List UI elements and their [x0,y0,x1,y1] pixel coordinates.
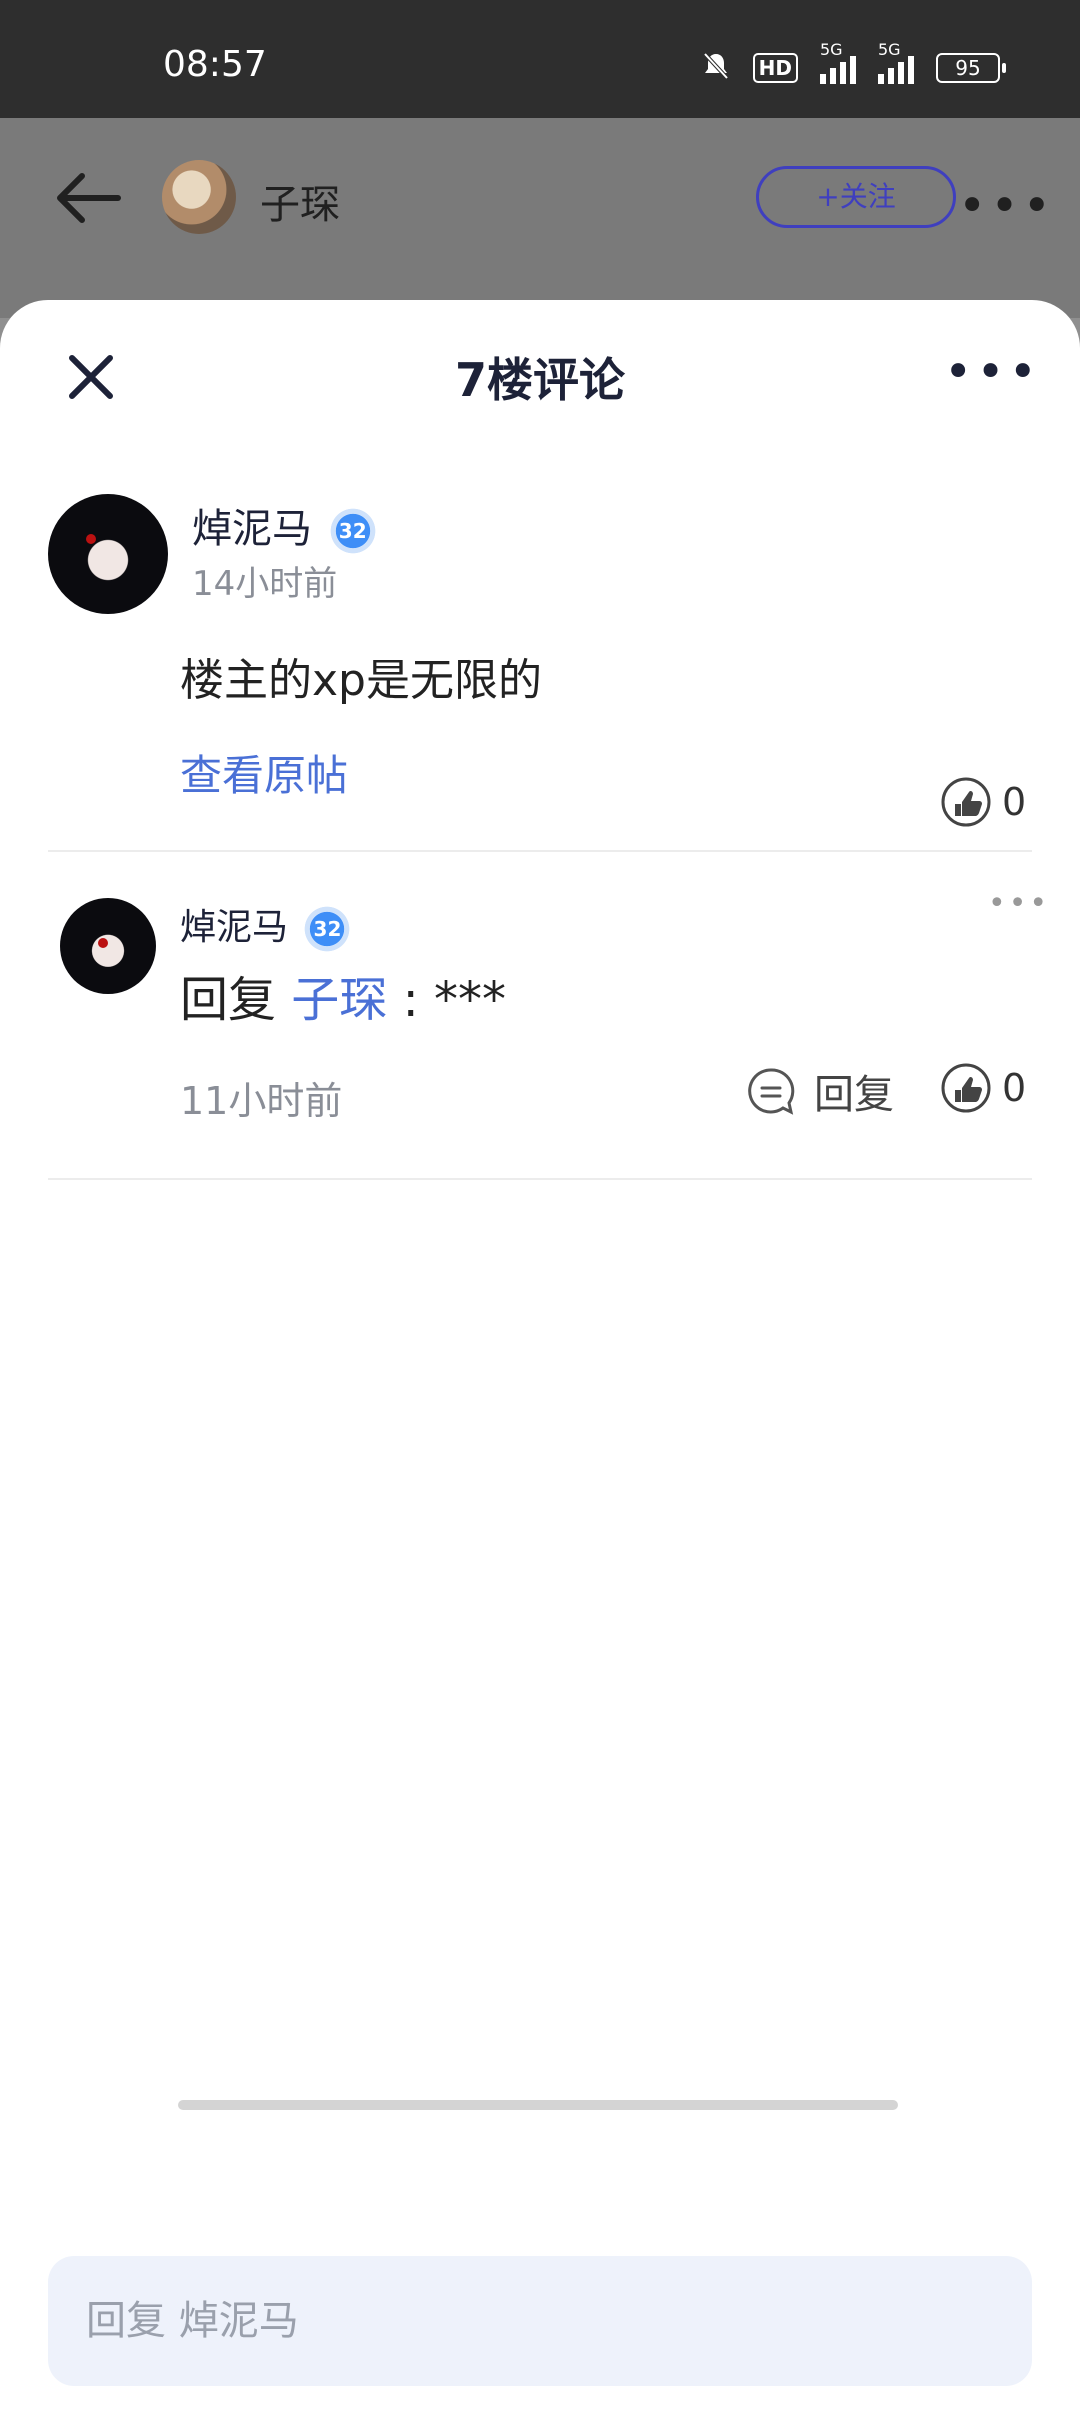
mute-bell-icon [701,50,731,86]
reply-time: 11小时前 [180,1079,343,1123]
thumb-up-icon [941,1063,991,1113]
sheet-title: 7楼评论 [454,353,625,407]
avatar[interactable] [60,898,156,994]
reply-button[interactable]: 回复 [746,1062,894,1120]
like-count: 0 [1002,1066,1027,1110]
level-badge: 32 [324,507,381,555]
nav-user-name[interactable]: 子琛 [260,172,340,230]
divider [48,850,1032,852]
main-comment-text: 楼主的xp是无限的 [180,655,542,706]
avatar[interactable] [48,494,168,614]
signal-icon: 5G [878,40,914,84]
home-indicator[interactable] [178,2100,898,2110]
reply-like-button[interactable]: 0 [940,1062,1026,1114]
battery-icon: 95 [936,53,1006,83]
reply-label: 回复 [814,1072,894,1118]
user-name[interactable]: 焯泥马 [180,907,288,948]
hd-icon: HD [752,53,798,83]
sheet-more-button[interactable]: ••• [944,344,1041,400]
reply-text: 回复 子琛 : *** [180,960,506,1030]
main-comment-time: 14小时前 [192,564,338,604]
status-bar: 08:57 HD 5G 5G 95 [0,0,1080,118]
status-icons: HD 5G 5G 95 [701,40,1006,86]
comment-sheet: 7楼评论 ••• 焯泥马 32 14小时前 楼主的xp是无限的 查看原帖 0 焯… [0,300,1080,2412]
reply-user[interactable]: 焯泥马 32 [180,898,356,953]
follow-button[interactable]: +关注 [756,166,956,228]
comment-bubble-icon [748,1068,795,1115]
signal-label: 5G [820,40,843,59]
reply-input[interactable]: 回复 焯泥马 [48,2256,1032,2386]
reply-target-link[interactable]: 子琛 [291,972,387,1028]
user-name[interactable]: 焯泥马 [192,506,312,552]
signal-icon: 5G [820,40,856,84]
signal-label: 5G [878,40,901,59]
reply-more-button[interactable]: ••• [988,886,1050,921]
thumb-up-icon [941,777,991,827]
like-count: 0 [1002,780,1027,824]
arrow-left-icon[interactable] [52,170,122,226]
divider [48,1178,1032,1180]
nav-avatar[interactable] [162,160,236,234]
main-like-button[interactable]: 0 [940,776,1026,828]
reply-body: : *** [402,972,506,1028]
reply-prefix: 回复 [180,972,277,1028]
status-time: 08:57 [163,44,267,85]
nav-more-button[interactable]: ••• [958,178,1055,234]
level-badge: 32 [299,905,356,953]
view-original-link[interactable]: 查看原帖 [180,742,348,803]
main-comment-user[interactable]: 焯泥马 32 [192,496,381,555]
